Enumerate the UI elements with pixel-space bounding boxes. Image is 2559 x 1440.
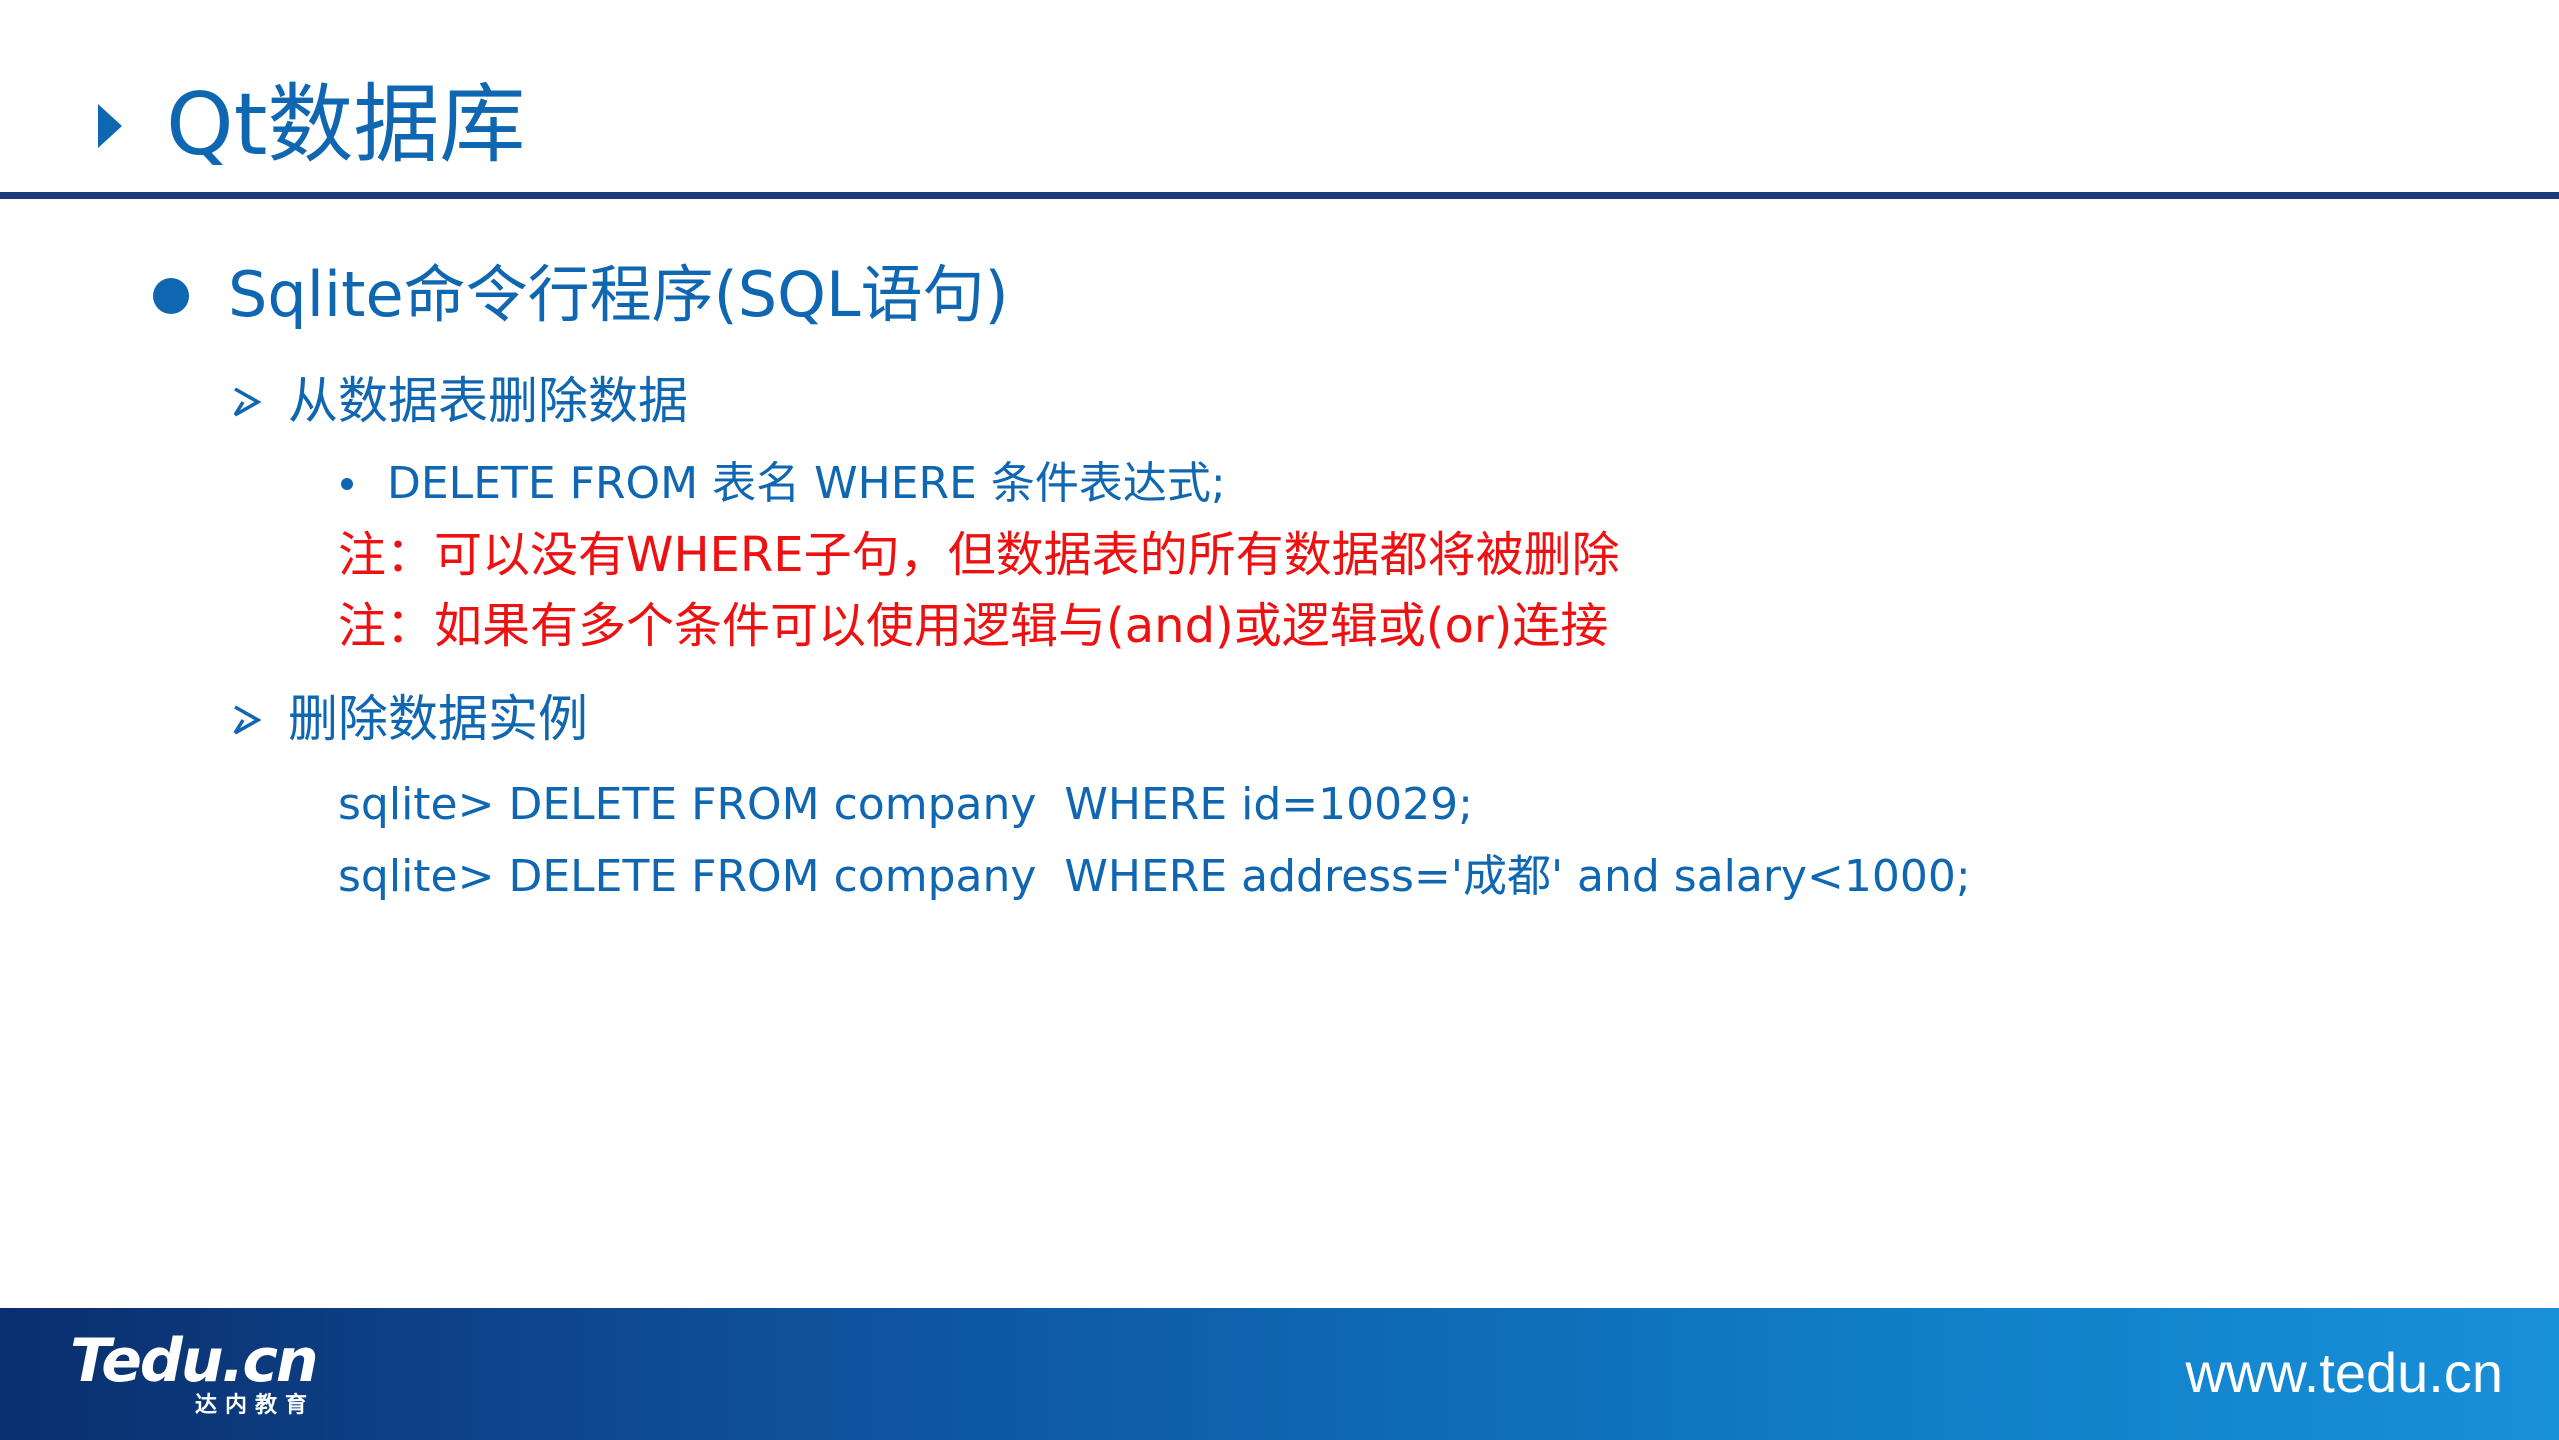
delete-syntax: DELETE FROM 表名 WHERE 条件表达式; [387, 458, 1226, 509]
tedu-logo-subtext: 达内教育 [195, 1393, 316, 1418]
bullet-dot-icon [153, 278, 189, 314]
footer-bar: Tedu.cn 达内教育 www.tedu.cn [0, 1308, 2559, 1440]
arrow-bullet-icon [233, 705, 262, 735]
example-line-2: sqlite> DELETE FROM company WHERE addres… [338, 851, 1971, 902]
note-where-clause: 注：可以没有WHERE子句，但数据表的所有数据都将被删除 [338, 527, 1620, 583]
page-title: Qt数据库 [166, 75, 526, 175]
footer-url: www.tedu.cn [2185, 1341, 2504, 1404]
section-heading-examples: 删除数据实例 [288, 690, 588, 748]
bullet-level1-text: Sqlite命令行程序(SQL语句) [228, 258, 1009, 331]
title-arrow-icon [98, 104, 122, 148]
bullet-small-dot-icon [341, 478, 353, 490]
tedu-logo: Tedu.cn [70, 1326, 319, 1396]
note-multiple-conditions: 注：如果有多个条件可以使用逻辑与(and)或逻辑或(or)连接 [338, 598, 1609, 654]
example-line-1: sqlite> DELETE FROM company WHERE id=100… [338, 779, 1473, 830]
section-heading-delete: 从数据表删除数据 [288, 372, 688, 430]
arrow-bullet-icon [233, 387, 262, 417]
title-divider [0, 192, 2559, 199]
